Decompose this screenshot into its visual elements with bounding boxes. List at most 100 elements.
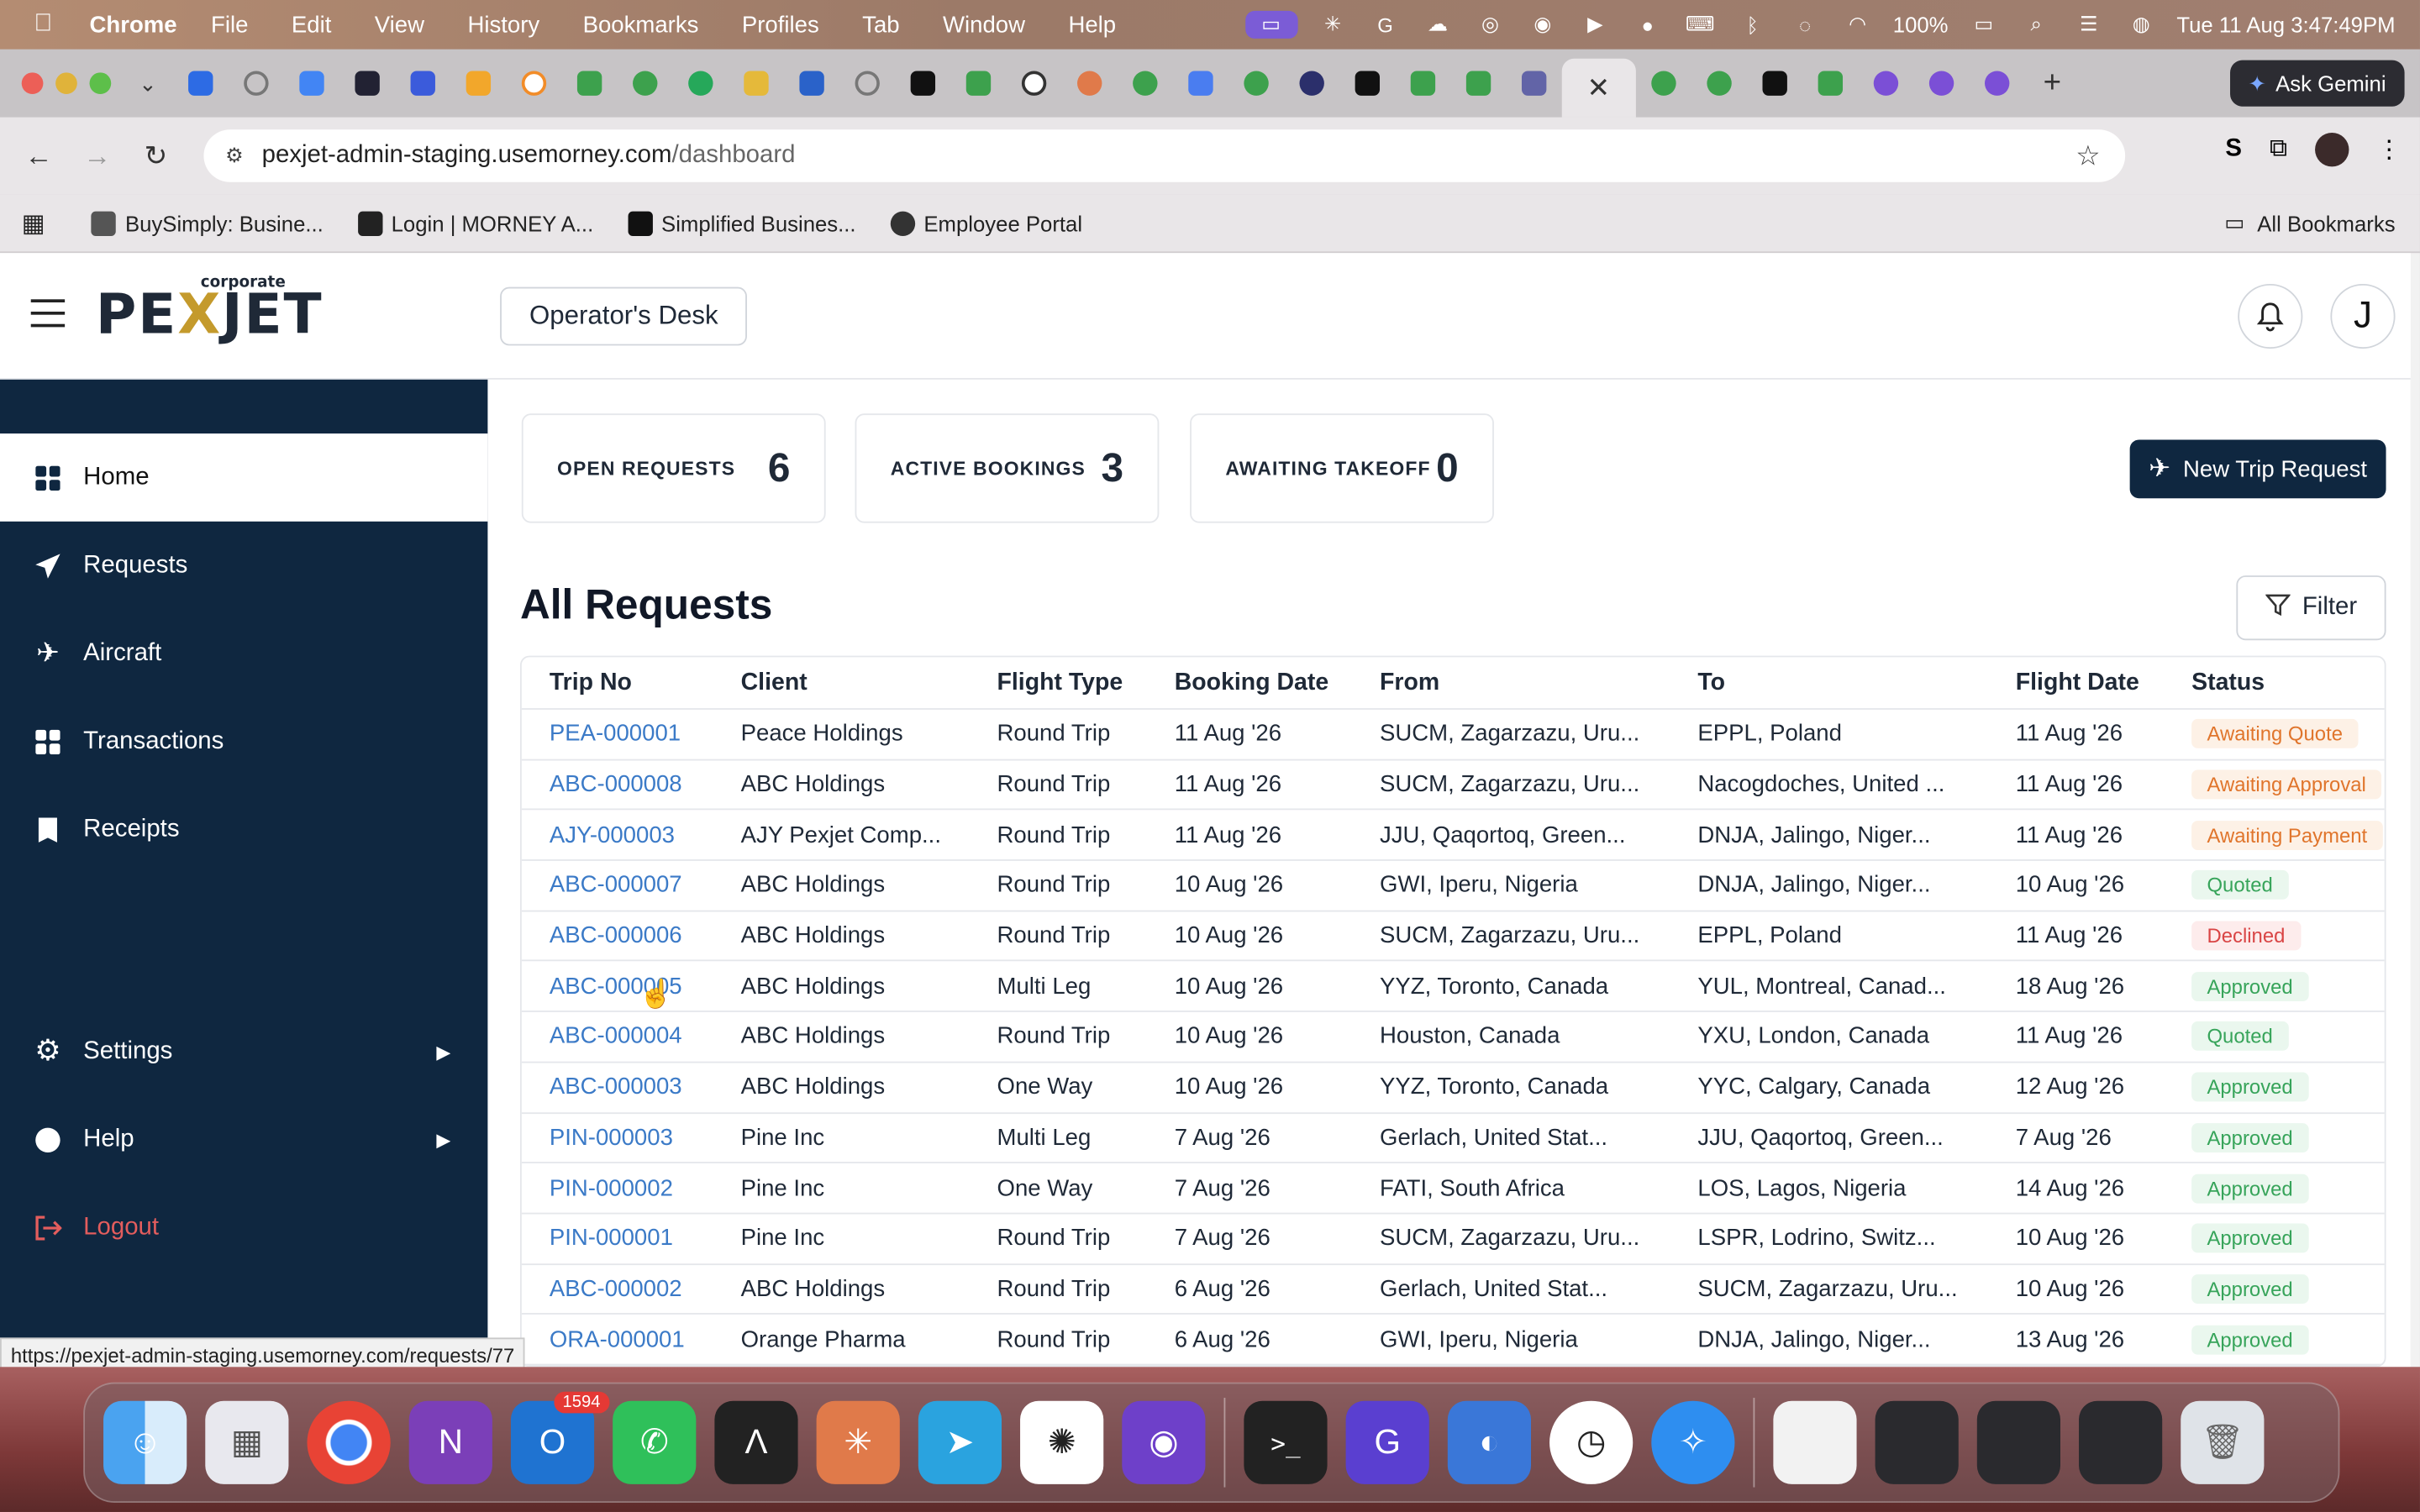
browser-tab[interactable]	[1802, 59, 1858, 108]
spotlight-icon[interactable]: ⌕	[2019, 11, 2053, 39]
browser-tab[interactable]	[1969, 59, 2024, 108]
browser-tab[interactable]	[1858, 59, 1913, 108]
new-trip-request-button[interactable]: ✈ New Trip Request	[2129, 439, 2386, 499]
browser-tab[interactable]	[283, 59, 339, 108]
column-header-to[interactable]: To	[1697, 657, 1725, 708]
user-avatar[interactable]: J	[2330, 283, 2396, 349]
sidebar-item-aircraft[interactable]: ✈ Aircraft	[0, 609, 487, 697]
arc-icon[interactable]: Λ	[714, 1400, 798, 1484]
column-header-flight-type[interactable]: Flight Type	[997, 657, 1123, 708]
menu-bookmarks[interactable]: Bookmarks	[583, 12, 699, 38]
cell-trip-no[interactable]: AJY-000003	[550, 811, 675, 859]
cell-trip-no[interactable]: PIN-000001	[550, 1214, 673, 1263]
github-icon[interactable]: ◉	[1122, 1400, 1206, 1484]
table-row[interactable]: ORA-000001 Orange Pharma Round Trip 6 Aug '…	[521, 1315, 2385, 1366]
siri-icon[interactable]: ◍	[2124, 11, 2158, 39]
profile-avatar-icon[interactable]	[2315, 132, 2349, 167]
browser-tab[interactable]	[506, 59, 561, 108]
active-tab-close-icon[interactable]: ✕	[1561, 58, 1636, 118]
cloud-icon[interactable]: ☁	[1421, 11, 1455, 39]
browser-tab[interactable]	[172, 59, 228, 108]
airdrop-icon[interactable]: ◌	[1788, 11, 1822, 39]
safari-icon[interactable]: ✧	[1651, 1400, 1735, 1484]
bluetooth-icon[interactable]: ᛒ	[1735, 11, 1769, 39]
record-icon[interactable]: ◉	[1526, 11, 1560, 39]
browser-tab[interactable]	[839, 59, 895, 108]
chrome-icon[interactable]	[307, 1400, 391, 1484]
control-center-icon[interactable]: ☰	[2071, 11, 2105, 39]
ask-gemini-button[interactable]: ✦ Ask Gemini	[2229, 60, 2405, 107]
keyboard-icon[interactable]: ⌨	[1683, 11, 1717, 39]
table-row[interactable]: PIN-000003 Pine Inc Multi Leg 7 Aug '26 Gerl…	[521, 1113, 2385, 1164]
extension-s-icon[interactable]: S	[2225, 136, 2242, 164]
zoom-window-button[interactable]	[89, 72, 112, 95]
document-thumbnail-icon[interactable]	[1773, 1400, 1857, 1484]
close-window-button[interactable]	[21, 72, 44, 95]
cell-trip-no[interactable]: PEA-000001	[550, 710, 681, 759]
browser-tab[interactable]	[1635, 59, 1691, 108]
apps-grid-icon[interactable]: ▦	[22, 207, 45, 239]
chrome-menu-icon[interactable]: ⋮	[2377, 134, 2402, 165]
sidebar-item-settings[interactable]: ⚙ Settings ▶	[0, 1007, 487, 1095]
browser-tab[interactable]	[1228, 59, 1284, 108]
play-icon[interactable]: ▶	[1578, 11, 1612, 39]
clock-icon[interactable]: ◷	[1549, 1400, 1634, 1484]
browser-tab[interactable]	[617, 59, 672, 108]
cell-trip-no[interactable]: PIN-000003	[550, 1113, 673, 1162]
sidebar-item-transactions[interactable]: Transactions	[0, 697, 487, 785]
menubar-clock[interactable]: Tue 11 Aug 3:47:49PM	[2176, 13, 2395, 37]
browser-tab[interactable]	[784, 59, 839, 108]
url-bar[interactable]: ⚙ pexjet-admin-staging.usemorney.com /da…	[203, 129, 2126, 182]
browser-tab[interactable]	[561, 59, 617, 108]
column-header-flight-date[interactable]: Flight Date	[2016, 657, 2139, 708]
table-row[interactable]: PIN-000001 Pine Inc Round Trip 7 Aug '26 SUC…	[521, 1214, 2385, 1265]
browser-tab[interactable]	[1006, 59, 1061, 108]
telegram-icon[interactable]: ➤	[918, 1400, 1002, 1484]
menu-help[interactable]: Help	[1068, 12, 1116, 38]
table-row[interactable]: ABC-000007 ABC Holdings Round Trip 10 Aug '…	[521, 861, 2385, 912]
browser-tab[interactable]	[672, 59, 728, 108]
onenote-icon[interactable]: N	[408, 1400, 492, 1484]
app-menu-name[interactable]: Chrome	[90, 12, 177, 38]
user-icon[interactable]: ●	[1631, 11, 1665, 39]
cell-trip-no[interactable]: PIN-000002	[550, 1163, 673, 1212]
terminal-icon[interactable]: >_	[1244, 1400, 1328, 1484]
extensions-puzzle-icon[interactable]: ⧉	[2270, 136, 2287, 164]
minimize-window-button[interactable]	[55, 72, 77, 95]
finder-icon[interactable]: ☺	[103, 1400, 187, 1484]
browser-tab[interactable]	[1172, 59, 1228, 108]
wifi-icon[interactable]: ◠	[1840, 11, 1874, 39]
filter-button[interactable]: Filter	[2236, 575, 2386, 641]
table-row[interactable]: PEA-000001 Peace Holdings Round Trip 11 Aug…	[521, 710, 2385, 760]
column-header-booking-date[interactable]: Booking Date	[1175, 657, 1328, 708]
table-row[interactable]: ABC-000004 ABC Holdings Round Trip 10 Aug '…	[521, 1012, 2385, 1063]
bookmark-item[interactable]: Login | MORNEY A...	[357, 210, 593, 236]
cell-trip-no[interactable]: ABC-000007	[550, 861, 682, 910]
sidebar-item-requests[interactable]: Requests	[0, 522, 487, 610]
pexjet-logo[interactable]: corporate PEXJET	[96, 275, 324, 347]
tab-search-chevron-icon[interactable]: ⌄	[139, 71, 157, 97]
launchpad-icon[interactable]: ▦	[205, 1400, 289, 1484]
sidebar-item-home[interactable]: Home	[0, 433, 488, 522]
reload-icon[interactable]: ↻	[127, 139, 186, 172]
menu-profiles[interactable]: Profiles	[742, 12, 819, 38]
cell-trip-no[interactable]: ABC-000006	[550, 911, 682, 960]
battery-icon[interactable]: ▭	[1967, 11, 2001, 39]
claude-icon[interactable]: ✳	[816, 1400, 900, 1484]
browser-tab[interactable]	[1117, 59, 1172, 108]
preview-icon[interactable]: ◐	[1447, 1400, 1532, 1484]
forward-arrow-icon[interactable]: →	[68, 139, 127, 172]
bookmark-item[interactable]: Simplified Busines...	[627, 210, 856, 236]
browser-tab[interactable]	[1339, 59, 1395, 108]
sidebar-item-help[interactable]: Help ▶	[0, 1095, 487, 1184]
chatgpt-icon[interactable]: ✺	[1020, 1400, 1104, 1484]
browser-tab[interactable]	[1691, 59, 1747, 108]
window-thumbnail-icon[interactable]	[2079, 1400, 2163, 1484]
cell-trip-no[interactable]: ORA-000001	[550, 1315, 685, 1363]
table-row[interactable]: ABC-000002 ABC Holdings Round Trip 6 Aug '2…	[521, 1264, 2385, 1315]
site-info-icon[interactable]: ⚙	[225, 144, 243, 168]
sidebar-item-receipts[interactable]: Receipts	[0, 785, 487, 874]
table-row[interactable]: ABC-000008 ABC Holdings Round Trip 11 Aug '…	[521, 760, 2385, 811]
hamburger-menu-icon[interactable]	[30, 299, 66, 336]
window-thumbnail-icon[interactable]	[1976, 1400, 2060, 1484]
